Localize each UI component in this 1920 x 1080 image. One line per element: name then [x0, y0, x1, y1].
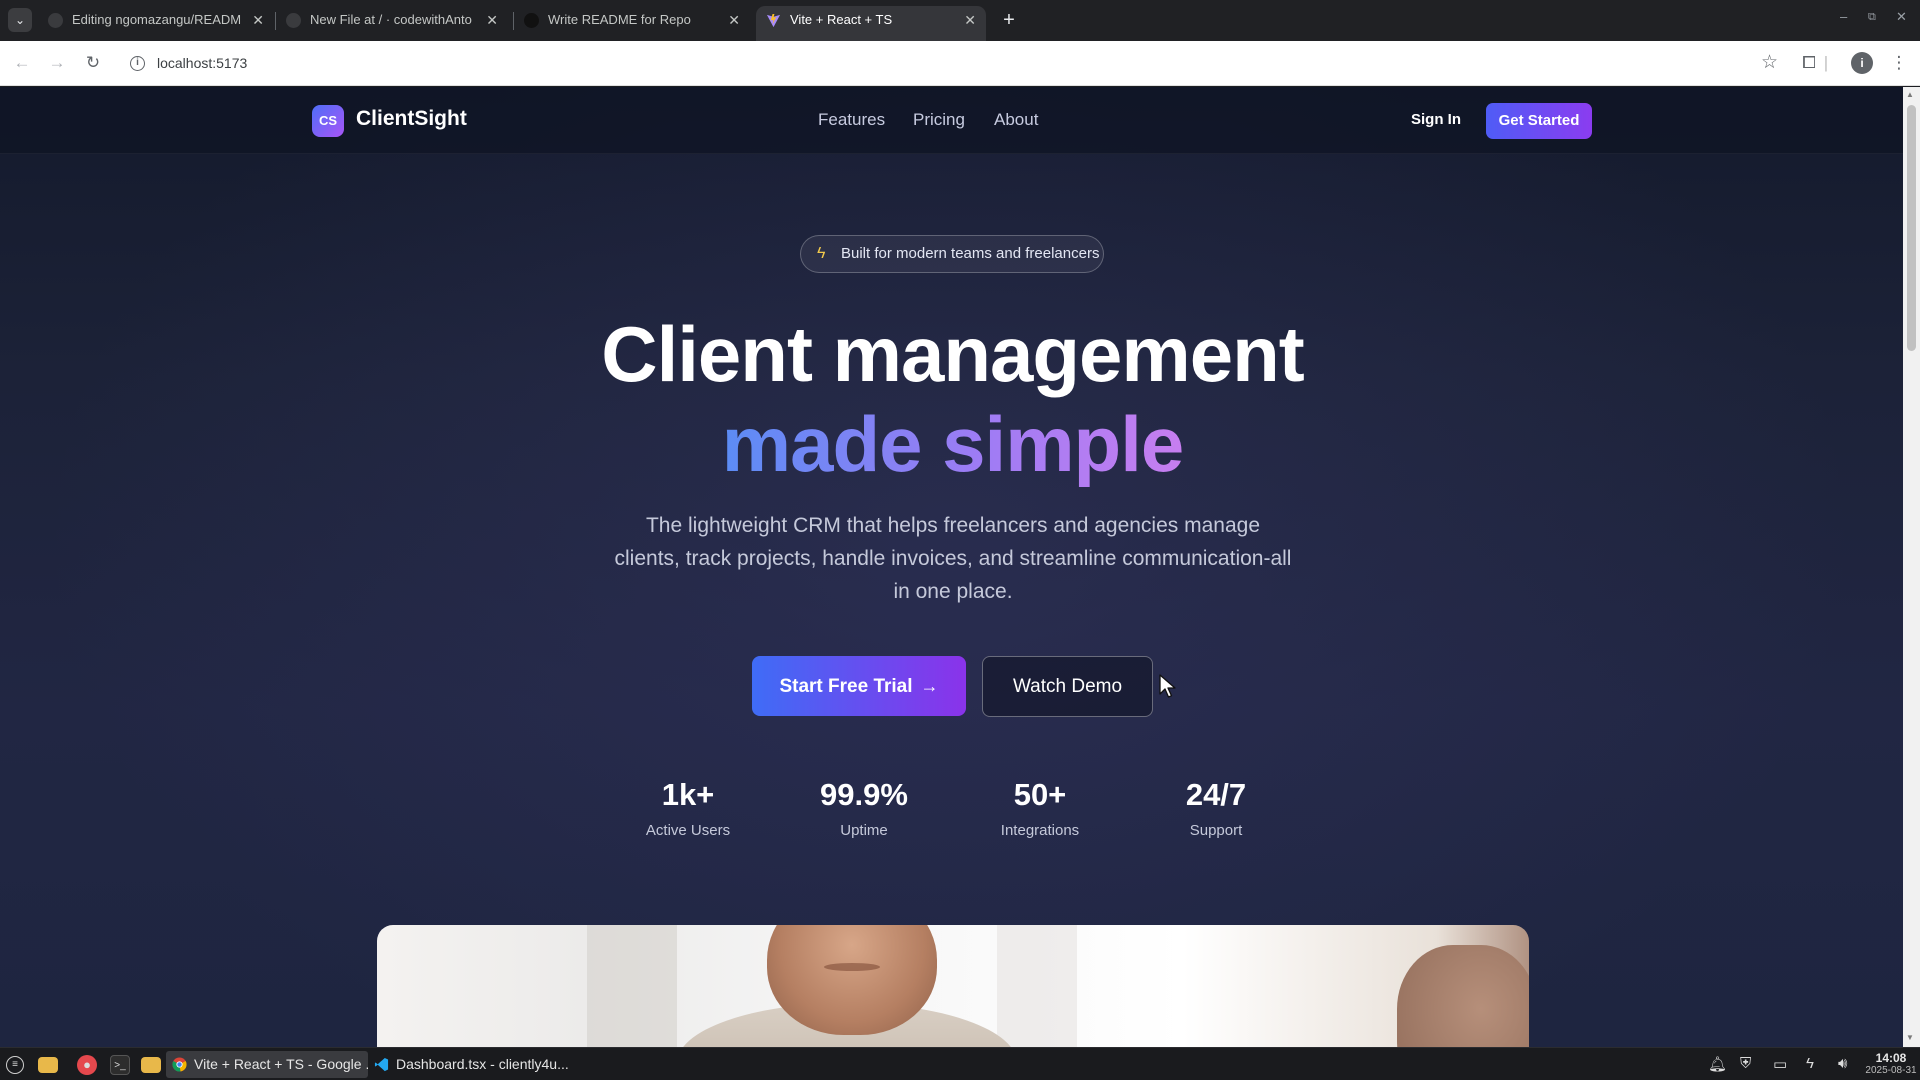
hero-badge: ϟ Built for modern teams and freelancers [800, 235, 1104, 273]
tab-editing-readme[interactable]: Editing ngomazangu/READM ✕ [38, 6, 274, 41]
vite-icon [766, 13, 781, 28]
scroll-down-icon[interactable]: ▼ [1906, 1033, 1914, 1042]
start-free-trial-button[interactable]: Start Free Trial → [752, 656, 966, 716]
url-text[interactable]: localhost:5173 [157, 55, 247, 71]
tab-write-readme[interactable]: Write README for Repo ✕ [514, 6, 750, 41]
hero-subtitle: The lightweight CRM that helps freelance… [614, 514, 1292, 603]
nav-pricing[interactable]: Pricing [913, 110, 965, 130]
os-taskbar: ≡ ● >_ Vite + React + TS - Google ... Da… [0, 1047, 1920, 1080]
back-arrow-icon[interactable]: ← [10, 51, 34, 75]
power-icon[interactable]: ϟ [1806, 1055, 1814, 1072]
minimize-icon[interactable]: – [1840, 9, 1847, 24]
security-shield-icon[interactable]: ⛨ [1740, 1055, 1751, 1072]
scrollbar-thumb[interactable] [1907, 105, 1916, 351]
media-app-icon[interactable]: ● [77, 1055, 97, 1075]
lightning-icon: ϟ [817, 245, 826, 262]
tab-new-file[interactable]: New File at / · codewithAnto ✕ [276, 6, 508, 41]
tab-title: Vite + React + TS [790, 12, 893, 27]
terminal-icon[interactable]: >_ [110, 1055, 130, 1075]
hero-accent-text: made simple [721, 400, 1185, 488]
stat-value: 99.9% [820, 777, 908, 812]
taskbar-app-title: Dashboard.tsx - cliently4u... [396, 1056, 569, 1072]
clock-time: 14:08 [1875, 1051, 1907, 1065]
close-window-icon[interactable]: ✕ [1896, 9, 1907, 25]
toolbar-divider: | [1823, 53, 1829, 72]
page-scrollbar[interactable]: ▲ ▼ [1903, 87, 1920, 1047]
taskbar-vscode-window[interactable]: Dashboard.tsx - cliently4u... [368, 1051, 578, 1078]
address-bar[interactable]: i localhost:5173 ☆ [120, 46, 1786, 81]
clock-date: 2025-08-31 [1865, 1065, 1917, 1076]
openai-icon [524, 13, 539, 28]
stat-value: 1k+ [661, 777, 715, 812]
files-icon[interactable] [141, 1057, 161, 1073]
badge-text: Built for modern teams and freelancers [841, 245, 1100, 262]
tab-vite-react[interactable]: Vite + React + TS ✕ [756, 6, 986, 41]
person-mouth [824, 963, 880, 971]
stat-label: Integrations [1000, 822, 1080, 839]
browser-toolbar: ← → ↻ i localhost:5173 ☆ ⧠ | i ⋮ [0, 41, 1920, 86]
taskbar-app-title: Vite + React + TS - Google ... [194, 1056, 368, 1072]
site-info-icon[interactable]: i [130, 56, 145, 71]
nav-features[interactable]: Features [818, 110, 885, 130]
close-icon[interactable]: ✕ [964, 6, 976, 34]
stat-value: 50+ [1013, 777, 1067, 812]
stat-active-users: 1k+ Active Users [608, 777, 768, 839]
brand-name[interactable]: ClientSight [356, 107, 467, 131]
tab-title: Editing ngomazangu/READM [72, 12, 242, 27]
hero-title: Client management [601, 310, 1304, 398]
browser-tab-bar: ⌄ Editing ngomazangu/READM ✕ New File at… [0, 0, 1920, 41]
new-tab-plus-icon[interactable]: + [996, 7, 1022, 33]
sign-in-link[interactable]: Sign In [1411, 111, 1461, 128]
reload-icon[interactable]: ↻ [81, 51, 105, 75]
github-icon [48, 13, 63, 28]
tab-title: Write README for Repo [548, 12, 691, 27]
folder-icon[interactable] [38, 1057, 58, 1073]
profile-avatar[interactable]: i [1851, 52, 1873, 74]
stat-label: Active Users [645, 822, 731, 839]
background-blur [587, 925, 677, 1047]
watch-demo-button[interactable]: Watch Demo [982, 656, 1153, 717]
volume-icon[interactable]: 🔊︎ [1838, 1055, 1847, 1072]
hero-title-accent: made simple [460, 399, 1445, 490]
nav-about[interactable]: About [994, 110, 1038, 130]
person-hand [1397, 945, 1529, 1047]
forward-arrow-icon[interactable]: → [45, 51, 69, 75]
logo-mark[interactable]: CS [312, 105, 344, 137]
get-started-button[interactable]: Get Started [1486, 103, 1592, 139]
system-clock[interactable]: 14:08 2025-08-31 [1864, 1051, 1918, 1076]
tab-title: New File at / · codewithAnto [310, 12, 472, 27]
stat-label: Uptime [840, 822, 888, 839]
notification-bell-icon[interactable]: 🔔︎ [1708, 1055, 1727, 1073]
vscode-icon [374, 1057, 389, 1072]
stat-integrations: 50+ Integrations [960, 777, 1120, 839]
tab-search-icon[interactable]: ⌄ [8, 8, 32, 32]
start-free-trial-label: Start Free Trial [779, 676, 913, 697]
mouse-cursor-icon [1159, 674, 1176, 698]
page-viewport: CS ClientSight Features Pricing About Si… [0, 87, 1920, 1047]
stat-uptime: 99.9% Uptime [784, 777, 944, 839]
kebab-menu-icon[interactable]: ⋮ [1886, 50, 1912, 76]
github-icon [286, 13, 301, 28]
stat-support: 24/7 Support [1136, 777, 1296, 839]
taskbar-chrome-window[interactable]: Vite + React + TS - Google ... [166, 1051, 368, 1078]
display-icon[interactable]: ▭ [1773, 1055, 1787, 1073]
close-icon[interactable]: ✕ [728, 6, 740, 34]
arrow-right-icon: → [920, 676, 939, 696]
stat-value: 24/7 [1185, 777, 1247, 812]
stat-label: Support [1189, 822, 1243, 839]
restore-icon[interactable]: ⧉ [1868, 11, 1876, 24]
extensions-icon[interactable]: ⧠ [1796, 50, 1822, 76]
chrome-icon [172, 1057, 187, 1072]
background-blur [997, 925, 1077, 1047]
bookmark-star-icon[interactable]: ☆ [1761, 51, 1778, 74]
scroll-up-icon[interactable]: ▲ [1906, 90, 1914, 99]
close-icon[interactable]: ✕ [252, 6, 264, 34]
app-menu-icon[interactable]: ≡ [6, 1056, 24, 1074]
close-icon[interactable]: ✕ [486, 6, 498, 34]
hero-preview-image [377, 925, 1529, 1047]
site-header: CS ClientSight Features Pricing About Si… [0, 87, 1903, 154]
